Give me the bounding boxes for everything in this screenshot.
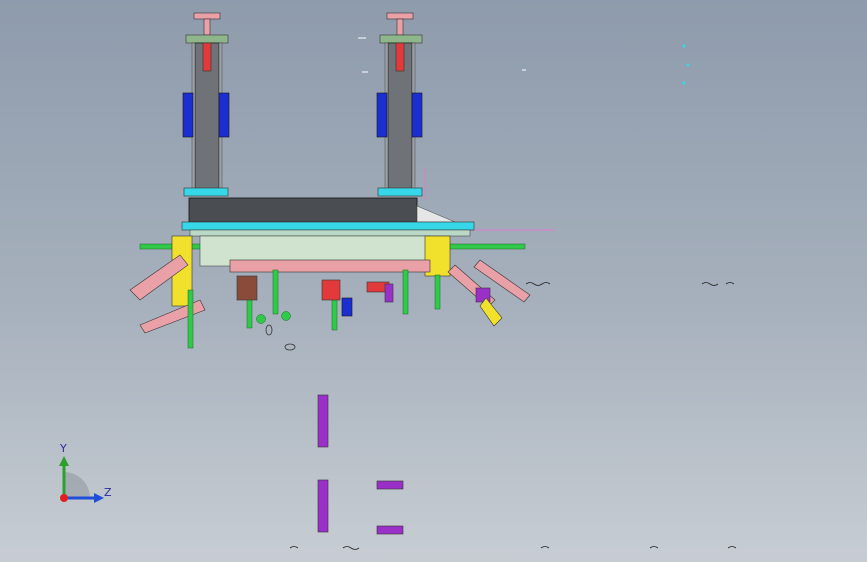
triad-z-label: Z <box>104 486 112 499</box>
origin-point <box>60 494 68 502</box>
sketch-point <box>682 81 686 85</box>
assembly-drawing <box>59 12 737 550</box>
sketch-point <box>682 44 686 48</box>
right-column <box>376 12 423 197</box>
sketch-fragments <box>289 282 737 550</box>
fixture-assembly <box>129 235 531 351</box>
triad-quadrant <box>64 472 90 498</box>
z-axis-arrow <box>94 493 104 503</box>
triad-y-label: Y <box>60 442 67 455</box>
purple-blocks <box>317 394 404 535</box>
y-axis-arrow <box>59 456 69 466</box>
cross-beam <box>181 197 475 237</box>
left-column <box>182 12 230 197</box>
coordinate-triad <box>59 456 104 503</box>
sketch-point <box>686 63 690 67</box>
cad-viewport[interactable]: Y Z <box>0 0 867 562</box>
